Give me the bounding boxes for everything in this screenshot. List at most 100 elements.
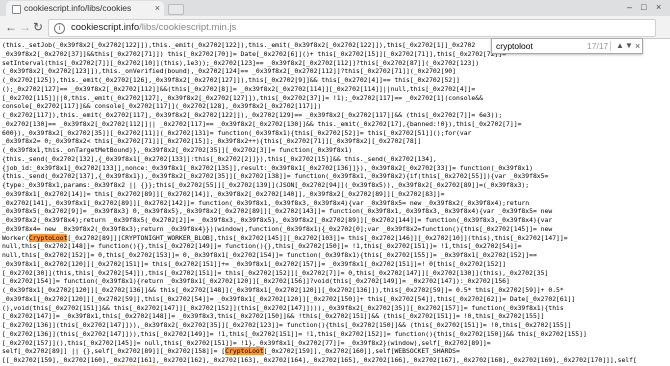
url-path: /libs/cookiescript.min.js <box>139 22 237 33</box>
window-close-icon[interactable]: × <box>656 2 661 12</box>
code-text: {this._send(_0x2702[132],{_0x39f8x1[_0x2… <box>2 154 437 163</box>
code-line: [_0x2702[147]]= _0x39f8x1,this[_0x2702[1… <box>2 312 670 321</box>
code-text: 600}),_0x39f8x2[_0x2702[35]][_0x2702[11]… <box>2 128 472 137</box>
code-line: [_0x2702[136]](this[_0x2702[147]])),this… <box>2 330 670 339</box>
url-host: cookiescript.info <box>71 22 140 33</box>
code-text: _0x39f8x5(_0x2702[9]]= _0x39f8x3] 0,_0x3… <box>2 207 553 216</box>
find-previous-icon[interactable]: ▲ <box>616 39 624 53</box>
code-line: {job_id:_0x39f8x1[_0x2702[133]],nonce:_0… <box>2 164 670 173</box>
code-line: console[_0x2702[117]]&& console[_0x2702[… <box>2 102 670 111</box>
code-text: ();_0x2702[127]== _0x39f8x2[_0x2702[112]… <box>2 84 476 93</box>
code-text: _0x2702[141],_0x39f8x1[_0x2702[89]][_0x2… <box>2 198 530 207</box>
code-text: null,this[_0x2702[152]]= 0,this[_0x2702[… <box>2 251 537 259</box>
code-line: self[_0x2702[89]] || {},self[_0x2702[89]… <box>2 347 670 356</box>
code-line: null,this[_0x2702[148]]= function(){},th… <box>2 242 670 251</box>
code-text: [_0x2702[157]](),this[_0x2702[145]]= nul… <box>2 338 491 347</box>
code-text: [_0x2702[30]](this,this[_0x2702[54]]),th… <box>2 268 549 277</box>
code-text: [_0x2702[115]]||0,this._emit(_0x2702[127… <box>2 93 483 102</box>
code-line: _0x39f8x2= 0;_0x39f8x2< this[_0x2702[71]… <box>2 137 670 146</box>
code-line: _0x39f8x2(_0x39f8x4);return _0x39f8x5(_0… <box>2 216 670 225</box>
code-line: null,this[_0x2702[152]]= 0,this[_0x2702[… <box>2 251 670 260</box>
code-line: _0x39f8x4= new _0x39f8x2(_0x39f8x3);retu… <box>2 225 670 234</box>
code-line: (_0x39f8x2[_0x2702[123]]),this._onVerifi… <box>2 67 670 76</box>
code-line: [_0x2702[136]](this[_0x2702[147]])),_0x3… <box>2 321 670 330</box>
code-text: _0x39f8x1[_0x2702[14]]= this[_0x2702[89]… <box>2 189 445 198</box>
code-text: self[_0x2702[89]] || {},self[_0x2702[89]… <box>2 347 226 356</box>
code-line: _0x2702[130]== _0x39f8x2[_0x2702[112]]||… <box>2 120 670 129</box>
code-line: {this._send(_0x2702[137],{_0x39f8x1}),_0… <box>2 172 670 181</box>
code-text: _0x39f8x2[_0x2702[37]]&&this[_0x2702[71]… <box>2 49 507 58</box>
find-input[interactable] <box>496 40 572 51</box>
code-text: {job_id:_0x39f8x1[_0x2702[133]],nonce:_0… <box>2 163 533 172</box>
code-line: [_0x2702[115]]||0,this._emit(_0x2702[127… <box>2 94 670 103</box>
code-text: [_0x2702[154]]= function(_0x39f8x1){retu… <box>2 277 510 286</box>
code-line: _0x39f8x1[_0x2702[120]][_0x2702[59]],thi… <box>2 295 670 304</box>
code-text: (_0x39f8x1[_0x2702[120]][_0x2702[136]]&&… <box>2 286 564 294</box>
code-text: (this._setJob(_0x39f8x2[_0x2702[122]]),t… <box>2 41 476 49</box>
find-divider <box>610 41 611 51</box>
code-text: (_0x39f8x2[_0x2702[123]]),this._onVerifi… <box>2 67 457 76</box>
reload-icon[interactable]: ↻ <box>33 19 43 35</box>
code-text: _0x39f8x1[_0x2702[120]][_0x2702[151]]= t… <box>2 259 507 268</box>
code-text: {type:_0x39f8x1,params:_0x39f8x2 || {}};… <box>2 181 530 189</box>
code-text: Worker( <box>2 233 29 242</box>
address-bar[interactable]: i cookiescript.info/libs/cookiescript.mi… <box>48 19 656 37</box>
find-next-icon[interactable]: ▼ <box>625 39 633 53</box>
code-text: [_0x2702[136]](this[_0x2702[147]])),_0x3… <box>2 321 572 329</box>
find-match-count: 17/17 <box>587 41 609 51</box>
code-line: _0x2702[141],_0x39f8x1[_0x2702[89]][_0x2… <box>2 199 670 208</box>
code-line: {type:_0x39f8x1,params:_0x39f8x2 || {}};… <box>2 181 670 190</box>
forward-icon[interactable]: → <box>19 19 31 35</box>
url-text: cookiescript.info/libs/cookiescript.min.… <box>71 20 236 36</box>
back-icon[interactable]: ← <box>5 19 17 35</box>
code-line: _0x39f8x1[_0x2702[14]]= this[_0x2702[89]… <box>2 190 670 199</box>
code-line: (_0x39f8x1[_0x2702[120]][_0x2702[136]]&&… <box>2 286 670 295</box>
toolbar: ← → ↻ i cookiescript.info/libs/cookiescr… <box>0 16 670 39</box>
code-line: _0x39f8x5(_0x2702[9]]= _0x39f8x3] 0,_0x3… <box>2 207 670 216</box>
tab-close-icon[interactable]: × <box>155 1 160 16</box>
code-text: [_0x2702[136]](this[_0x2702[147]])),this… <box>2 329 587 338</box>
code-text: (_0x39f8x1,this._onTargetMetBound)},_0x3… <box>2 146 353 154</box>
site-info-icon[interactable]: i <box>54 23 65 34</box>
code-text: (),void(this[_0x2702[151]]&& this[_0x270… <box>2 303 564 312</box>
code-line: [[_0x2702[159],_0x2702[160],_0x2702[161]… <box>2 356 670 365</box>
code-line: (),void(this[_0x2702[151]]&& this[_0x270… <box>2 304 670 313</box>
code-text: _0x39f8x4= new _0x39f8x2(_0x39f8x3);retu… <box>2 224 553 233</box>
code-line: [_0x2702[30]](this,this[_0x2702[54]]),th… <box>2 269 670 278</box>
code-text: _0x2702[130]== _0x39f8x2[_0x2702[112]]||… <box>2 119 522 128</box>
code-line: {this._send(_0x2702[132],{_0x39f8x1[_0x2… <box>2 155 670 164</box>
code-text: setInterval(this[_0x2702[7]][_0x2702[10]… <box>2 58 480 67</box>
find-bar: 17/17 ▲ ▼ × <box>491 38 643 54</box>
code-text: (_0x2702[125]),this._emit(_0x2702[126],_… <box>2 76 460 84</box>
code-text: _0x39f8x1[_0x2702[120]][_0x2702[59]],thi… <box>2 294 576 303</box>
code-text: _0x39f8x2(_0x39f8x4);return _0x39f8x5(_0… <box>2 216 553 224</box>
code-line: setInterval(this[_0x2702[7]][_0x2702[10]… <box>2 59 670 68</box>
search-match-highlight: CryptoLoot <box>225 347 264 356</box>
source-code-view: (this._setJob(_0x39f8x2[_0x2702[122]]),t… <box>2 41 670 366</box>
code-line: [_0x2702[154]]= function(_0x39f8x1){retu… <box>2 277 670 286</box>
code-text: _0x39f8x2= 0;_0x39f8x2< this[_0x2702[71]… <box>2 137 422 146</box>
tab-title: cookiescript.info/libs/cookies <box>24 3 132 13</box>
browser-tab[interactable]: cookiescript.info/libs/cookies × <box>6 1 164 16</box>
code-text: [[_0x2702[159],_0x2702[160],_0x2702[161]… <box>2 356 637 364</box>
code-line: _0x39f8x1[_0x2702[120]][_0x2702[151]]= t… <box>2 260 670 269</box>
code-text: [_0x2702[89]][CRYPTONIGHT_WORKER_BLOB],t… <box>67 233 568 242</box>
code-line: Worker(CryptoLoot[_0x2702[89]][CRYPTONIG… <box>2 233 670 243</box>
code-line: (_0x2702[125]),this._emit(_0x2702[126],_… <box>2 76 670 85</box>
code-text: (_0x2702[117]),this._emit(_0x2702[117],_… <box>2 111 503 119</box>
code-text: [_0x2702[159]],_0x2702[160]],self[WEBSOC… <box>263 347 460 356</box>
find-close-icon[interactable]: × <box>635 39 640 53</box>
code-line: ();_0x2702[127]== _0x39f8x2[_0x2702[112]… <box>2 85 670 94</box>
maximize-icon[interactable]: □ <box>641 2 646 12</box>
code-text: {this._send(_0x2702[137],{_0x39f8x1}),_0… <box>2 172 549 181</box>
code-line: (_0x39f8x1,this._onTargetMetBound)},_0x3… <box>2 146 670 155</box>
code-text: [_0x2702[147]]= _0x39f8x1,this[_0x2702[1… <box>2 312 545 321</box>
minimize-icon[interactable]: – <box>627 2 632 12</box>
new-tab-button[interactable] <box>168 4 184 15</box>
code-text: console[_0x2702[117]]&& console[_0x2702[… <box>2 102 322 111</box>
tab-strip: cookiescript.info/libs/cookies × – □ × <box>0 0 670 16</box>
code-line: (_0x2702[117]),this._emit(_0x2702[117],_… <box>2 111 670 120</box>
code-line: [_0x2702[157]](),this[_0x2702[145]]= nul… <box>2 339 670 348</box>
code-line: 600}),_0x39f8x2[_0x2702[35]][_0x2702[11]… <box>2 129 670 138</box>
search-match-highlight: CryptoLoot <box>28 233 68 242</box>
